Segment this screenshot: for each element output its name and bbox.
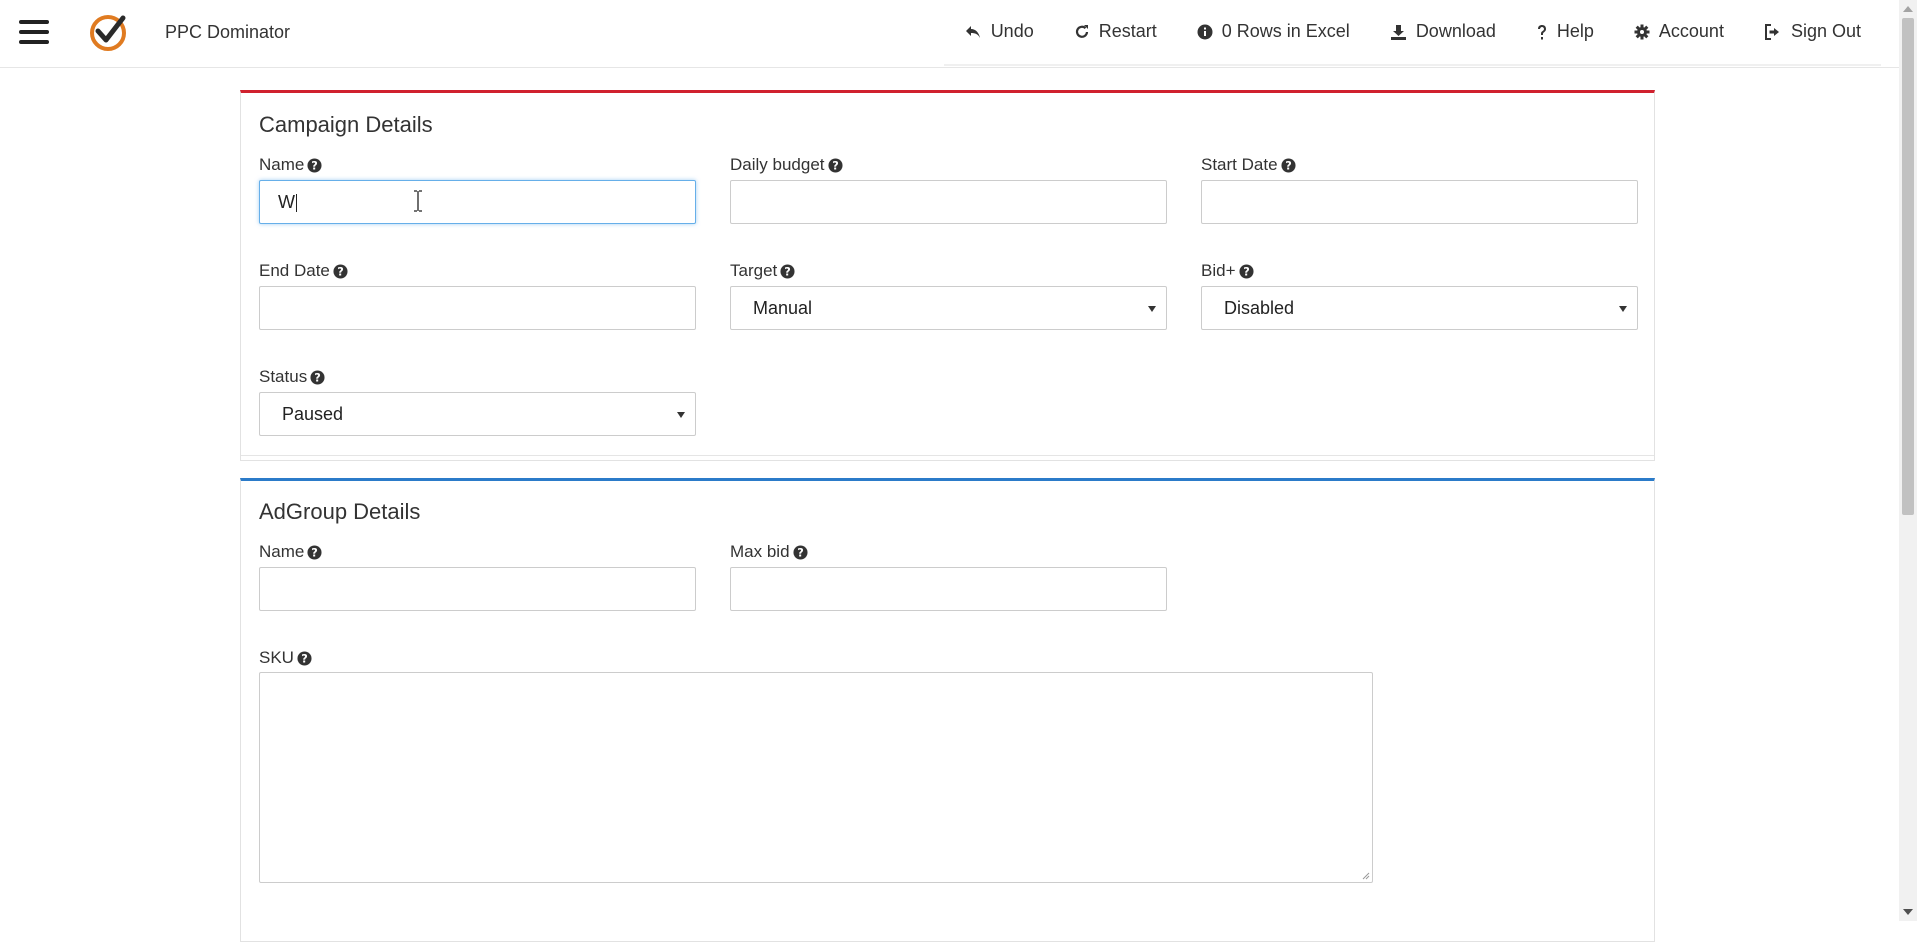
help-button[interactable]: Help	[1515, 0, 1614, 66]
restart-label: Restart	[1098, 21, 1157, 41]
chevron-down-icon	[677, 412, 685, 418]
help-icon[interactable]: ?	[307, 544, 322, 560]
end-date-input[interactable]	[259, 286, 696, 330]
help-icon[interactable]: ?	[310, 369, 325, 385]
download-button[interactable]: Download	[1369, 0, 1516, 66]
sku-label-text: SKU	[259, 648, 294, 667]
campaign-details-title: Campaign Details	[259, 112, 433, 137]
campaign-details-panel: Campaign Details Name ? W Daily budget ?…	[240, 90, 1655, 461]
info-icon	[1197, 24, 1213, 40]
status-select[interactable]: Paused	[259, 392, 696, 436]
sign-out-button[interactable]: Sign Out	[1743, 0, 1882, 66]
target-label-text: Target	[730, 261, 778, 280]
scrollbar-thumb[interactable]	[1902, 18, 1914, 515]
scroll-down-arrow-icon[interactable]	[1903, 909, 1913, 915]
svg-text:?: ?	[832, 159, 839, 172]
svg-text:?: ?	[312, 546, 319, 559]
undo-icon	[964, 24, 982, 40]
page-scrollbar[interactable]	[1899, 0, 1917, 921]
help-icon[interactable]: ?	[793, 544, 808, 560]
help-icon[interactable]: ?	[1281, 157, 1296, 173]
undo-button[interactable]: Undo	[943, 0, 1054, 66]
question-icon	[1536, 24, 1548, 40]
text-cursor-icon	[414, 190, 422, 212]
daily-budget-input[interactable]	[730, 180, 1167, 224]
campaign-name-input[interactable]: W	[259, 180, 696, 224]
top-navbar: PPC Dominator Undo Restart 0 Rows in Exc…	[0, 0, 1899, 68]
sign-out-label: Sign Out	[1790, 21, 1861, 41]
adgroup-details-panel: AdGroup Details Name ? Max bid ? SKU ?	[240, 478, 1655, 942]
max-bid-label-text: Max bid	[730, 542, 790, 561]
app-logo	[90, 15, 126, 51]
account-button[interactable]: Account	[1613, 0, 1745, 66]
bid-plus-select[interactable]: Disabled	[1201, 286, 1638, 330]
campaign-name-label-text: Name	[259, 155, 305, 174]
status-label: Status ?	[259, 367, 325, 387]
adgroup-name-label: Name ?	[259, 542, 322, 562]
help-icon[interactable]: ?	[307, 157, 322, 173]
end-date-label: End Date ?	[259, 261, 348, 281]
end-date-label-text: End Date	[259, 261, 330, 280]
resize-grip-icon[interactable]	[1362, 872, 1370, 880]
help-icon[interactable]: ?	[827, 157, 843, 173]
adgroup-name-label-text: Name	[259, 542, 305, 561]
campaign-name-value: W	[278, 191, 297, 212]
scroll-up-arrow-icon[interactable]	[1903, 6, 1913, 12]
help-icon[interactable]: ?	[297, 650, 312, 666]
help-icon[interactable]: ?	[780, 263, 795, 279]
download-icon	[1390, 24, 1407, 40]
hamburger-menu-icon[interactable]	[19, 20, 49, 44]
help-icon[interactable]: ?	[1238, 263, 1254, 279]
start-date-label-text: Start Date	[1201, 155, 1278, 174]
svg-text:?: ?	[301, 652, 308, 665]
restart-button[interactable]: Restart	[1053, 0, 1177, 66]
adgroup-name-input[interactable]	[259, 567, 696, 611]
status-selected-value: Paused	[282, 403, 344, 424]
max-bid-label: Max bid ?	[730, 542, 808, 562]
bid-plus-label-text: Bid+	[1201, 261, 1236, 280]
gear-icon	[1634, 24, 1650, 40]
svg-text:?: ?	[784, 265, 791, 278]
panel-divider	[241, 455, 1654, 456]
campaign-name-label: Name ?	[259, 155, 322, 175]
download-label: Download	[1415, 21, 1496, 41]
help-icon[interactable]: ?	[333, 263, 348, 279]
svg-text:?: ?	[1243, 265, 1250, 278]
svg-text:?: ?	[312, 159, 319, 172]
app-title: PPC Dominator	[165, 22, 291, 42]
bid-plus-label: Bid+ ?	[1201, 261, 1254, 281]
svg-text:?: ?	[797, 546, 804, 559]
max-bid-input[interactable]	[730, 567, 1167, 611]
status-label-text: Status	[259, 367, 308, 386]
help-label: Help	[1556, 21, 1594, 41]
restart-icon	[1074, 24, 1090, 40]
bid-plus-selected-value: Disabled	[1224, 297, 1295, 318]
svg-text:?: ?	[1285, 159, 1292, 172]
chevron-down-icon	[1619, 306, 1627, 312]
target-select[interactable]: Manual	[730, 286, 1167, 330]
rows-in-excel-label: 0 Rows in Excel	[1221, 21, 1350, 41]
svg-text:?: ?	[314, 371, 321, 384]
target-selected-value: Manual	[753, 297, 813, 318]
daily-budget-label: Daily budget ?	[730, 155, 843, 175]
sku-label: SKU ?	[259, 648, 312, 668]
start-date-input[interactable]	[1201, 180, 1638, 224]
adgroup-details-title: AdGroup Details	[259, 499, 421, 524]
undo-label: Undo	[990, 21, 1034, 41]
svg-text:?: ?	[337, 265, 344, 278]
account-label: Account	[1658, 21, 1724, 41]
sku-textarea[interactable]	[259, 672, 1373, 883]
chevron-down-icon	[1148, 306, 1156, 312]
sign-out-icon	[1764, 23, 1782, 40]
daily-budget-label-text: Daily budget	[730, 155, 825, 174]
rows-in-excel-button[interactable]: 0 Rows in Excel	[1176, 0, 1370, 66]
target-label: Target ?	[730, 261, 795, 281]
start-date-label: Start Date ?	[1201, 155, 1296, 175]
